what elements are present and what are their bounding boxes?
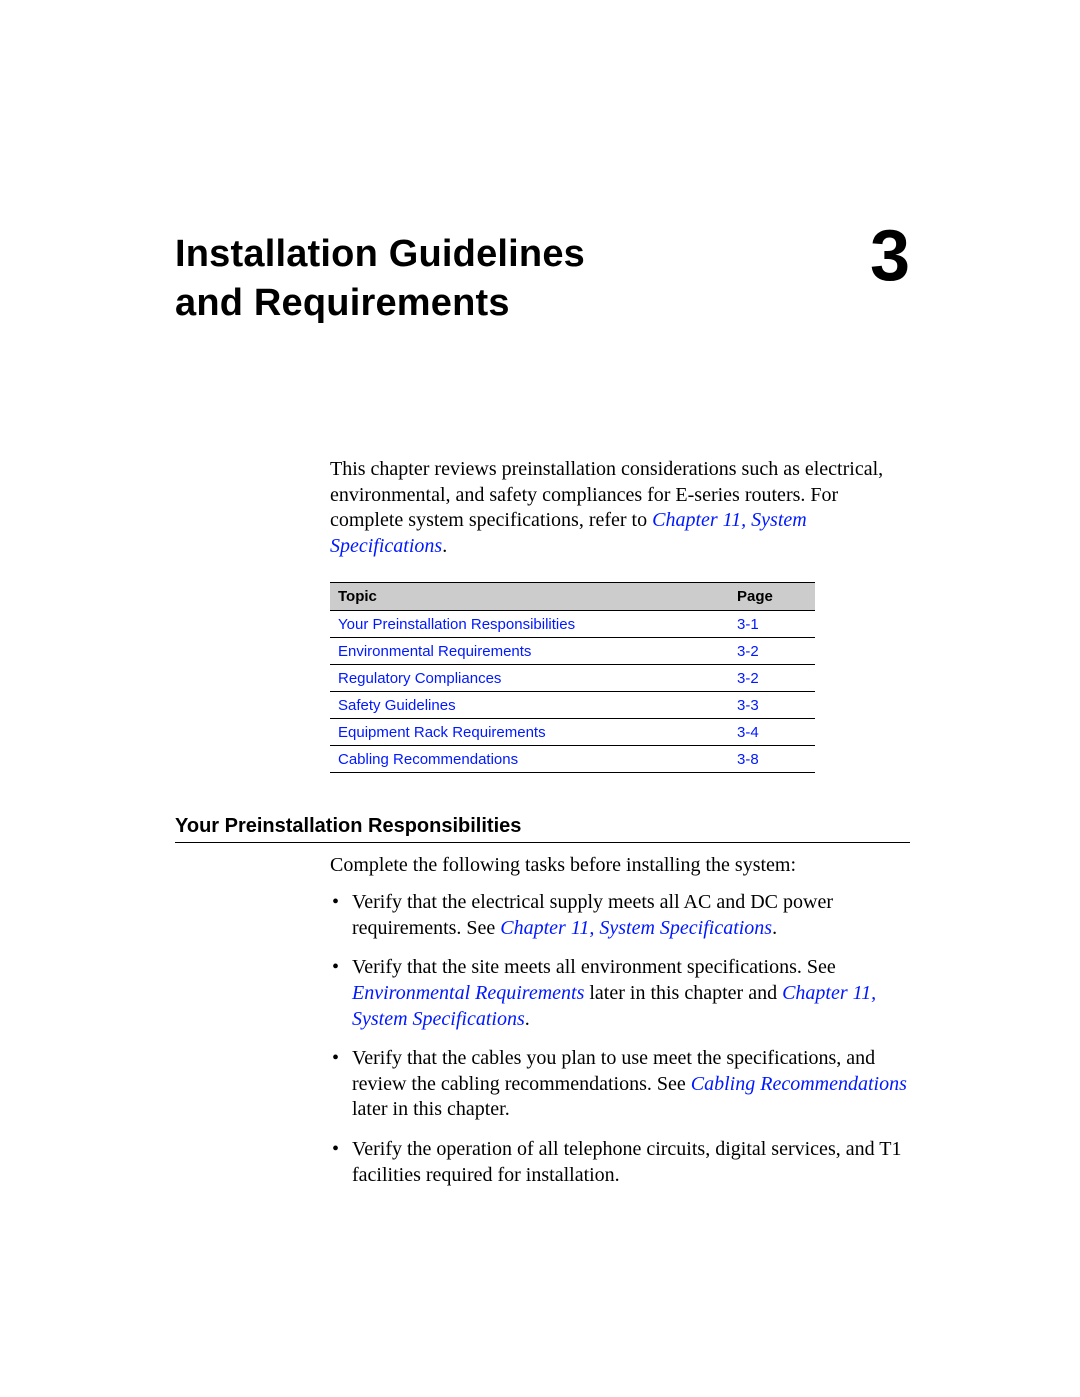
toc-cell-page: 3-2 — [729, 664, 815, 691]
toc-link-page[interactable]: 3-2 — [737, 643, 759, 660]
toc-cell-page: 3-4 — [729, 718, 815, 745]
cross-reference-link[interactable]: Environmental Requirements — [352, 982, 584, 1004]
list-item-text: Verify that the site meets all environme… — [352, 956, 836, 978]
toc-cell-page: 3-2 — [729, 637, 815, 664]
toc-link-topic[interactable]: Equipment Rack Requirements — [338, 724, 546, 741]
toc-link-topic[interactable]: Regulatory Compliances — [338, 670, 501, 687]
list-item-text: later in this chapter. — [352, 1098, 510, 1120]
toc-link-page[interactable]: 3-8 — [737, 751, 759, 768]
toc-body: Your Preinstallation Responsibilities 3-1… — [330, 610, 815, 772]
list-item-text: . — [525, 1008, 530, 1030]
list-item: Verify the operation of all telephone ci… — [330, 1137, 910, 1188]
chapter-header: Installation Guidelines and Requirements… — [175, 230, 910, 327]
toc-cell-topic: Safety Guidelines — [330, 691, 729, 718]
chapter-number: 3 — [870, 224, 910, 289]
cross-reference-link[interactable]: Chapter 11, System Specifications — [500, 917, 772, 939]
toc-cell-topic: Your Preinstallation Responsibilities — [330, 610, 729, 637]
intro-text-after: . — [442, 535, 447, 557]
cross-reference-link[interactable]: Cabling Recommendations — [691, 1073, 907, 1095]
chapter-title: Installation Guidelines and Requirements — [175, 230, 585, 327]
toc-row: Environmental Requirements 3-2 — [330, 637, 815, 664]
chapter-title-line2: and Requirements — [175, 282, 510, 324]
toc-cell-topic: Regulatory Compliances — [330, 664, 729, 691]
toc-link-page[interactable]: 3-2 — [737, 670, 759, 687]
toc-cell-topic: Equipment Rack Requirements — [330, 718, 729, 745]
list-item-text: Verify the operation of all telephone ci… — [352, 1138, 901, 1186]
list-item: Verify that the electrical supply meets … — [330, 890, 910, 941]
chapter-toc-table: Topic Page Your Preinstallation Responsi… — [330, 582, 815, 773]
list-item: Verify that the cables you plan to use m… — [330, 1046, 910, 1123]
toc-link-topic[interactable]: Environmental Requirements — [338, 643, 531, 660]
section-intro: Complete the following tasks before inst… — [330, 853, 910, 879]
toc-link-topic[interactable]: Your Preinstallation Responsibilities — [338, 616, 575, 633]
section-heading: Your Preinstallation Responsibilities — [175, 815, 910, 843]
toc-cell-page: 3-1 — [729, 610, 815, 637]
toc-row: Equipment Rack Requirements 3-4 — [330, 718, 815, 745]
chapter-intro: This chapter reviews preinstallation con… — [330, 457, 910, 559]
list-item-text: later in this chapter and — [584, 982, 782, 1004]
toc-cell-topic: Cabling Recommendations — [330, 745, 729, 772]
toc-link-topic[interactable]: Cabling Recommendations — [338, 751, 518, 768]
toc-cell-topic: Environmental Requirements — [330, 637, 729, 664]
list-item-text: . — [772, 917, 777, 939]
document-page: Installation Guidelines and Requirements… — [0, 0, 1080, 1397]
toc-cell-page: 3-3 — [729, 691, 815, 718]
toc-row: Safety Guidelines 3-3 — [330, 691, 815, 718]
toc-header-row: Topic Page — [330, 582, 815, 610]
toc-link-page[interactable]: 3-3 — [737, 697, 759, 714]
toc-row: Your Preinstallation Responsibilities 3-1 — [330, 610, 815, 637]
toc-link-page[interactable]: 3-1 — [737, 616, 759, 633]
toc-link-page[interactable]: 3-4 — [737, 724, 759, 741]
chapter-title-line1: Installation Guidelines — [175, 233, 585, 275]
toc-row: Regulatory Compliances 3-2 — [330, 664, 815, 691]
toc-row: Cabling Recommendations 3-8 — [330, 745, 815, 772]
list-item: Verify that the site meets all environme… — [330, 955, 910, 1032]
toc-cell-page: 3-8 — [729, 745, 815, 772]
toc-link-topic[interactable]: Safety Guidelines — [338, 697, 456, 714]
toc-header-page: Page — [729, 582, 815, 610]
toc-header-topic: Topic — [330, 582, 729, 610]
responsibilities-list: Verify that the electrical supply meets … — [330, 890, 910, 1188]
